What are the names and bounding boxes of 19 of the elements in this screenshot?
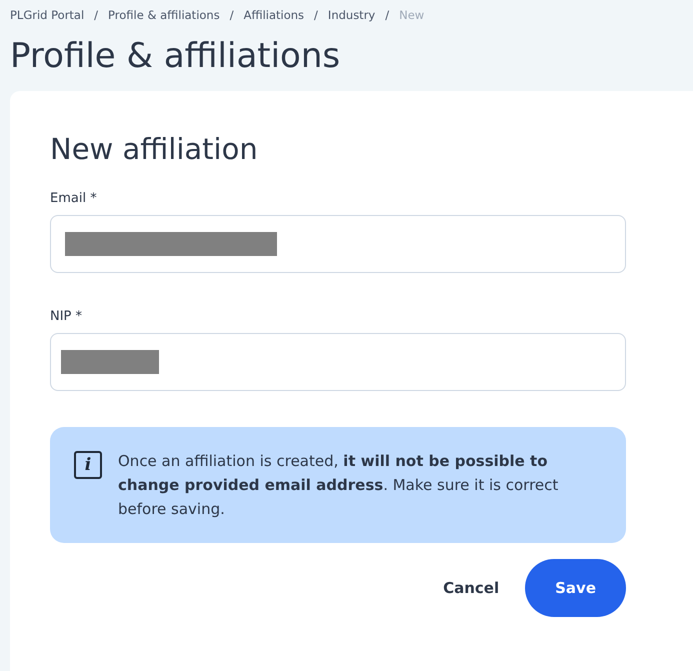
breadcrumb-link[interactable]: Profile & affiliations: [108, 8, 220, 22]
info-icon: i: [74, 451, 102, 479]
breadcrumb-link[interactable]: PLGrid Portal: [10, 8, 84, 22]
input-field[interactable]: [50, 215, 626, 273]
field-label: NIP *: [50, 309, 84, 324]
breadcrumb-separator: /: [385, 8, 390, 22]
cancel-button[interactable]: Cancel: [431, 559, 512, 617]
breadcrumb-separator: /: [230, 8, 234, 22]
notice-text: Once an affiliation is created, it will not be possible to change provided email address. Make sure it is correct before saving.: [118, 451, 560, 520]
breadcrumb-separator: /: [314, 8, 318, 22]
page-title: Profile & affiliations: [10, 36, 342, 76]
field-label: Email *: [50, 191, 98, 206]
input-field[interactable]: [50, 333, 626, 391]
breadcrumb-link[interactable]: Industry: [328, 8, 376, 22]
current-page-label: New: [399, 8, 424, 22]
save-button[interactable]: Save: [525, 559, 626, 617]
form-title: New affiliation: [50, 131, 259, 168]
breadcrumb-link[interactable]: Affiliations: [244, 8, 304, 22]
breadcrumb-separator: /: [94, 8, 98, 22]
